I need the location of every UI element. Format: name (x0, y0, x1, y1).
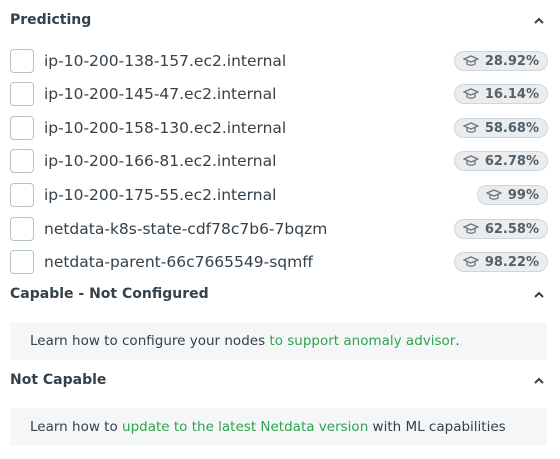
anomaly-score-value: 16.14% (484, 86, 539, 102)
node-row: ip-10-200-175-55.ec2.internal 99% (10, 182, 548, 208)
node-row: ip-10-200-166-81.ec2.internal 62.78% (10, 148, 548, 174)
graduation-cap-icon (462, 122, 479, 134)
node-row: netdata-parent-66c7665549-sqmff 98.22% (10, 249, 548, 275)
anomaly-score-badge: 16.14% (453, 84, 548, 104)
node-row: netdata-k8s-state-cdf78c7b6-7bqzm 62.58% (10, 216, 548, 242)
graduation-cap-icon (462, 223, 479, 235)
info-text-end: with ML capabilities (368, 419, 506, 435)
node-name: ip-10-200-175-55.ec2.internal (44, 186, 277, 204)
anomaly-score-value: 62.58% (484, 221, 539, 237)
anomaly-score-badge: 28.92% (453, 51, 548, 71)
anomaly-score-badge: 99% (476, 185, 548, 205)
anomaly-score-badge: 98.22% (453, 252, 548, 272)
update-info-box: Learn how to update to the latest Netdat… (10, 408, 547, 446)
capable-not-configured-section-header[interactable]: Capable - Not Configured (10, 283, 548, 305)
update-netdata-link[interactable]: update to the latest Netdata version (122, 419, 368, 435)
predicting-section-header[interactable]: Predicting (10, 9, 548, 31)
node-checkbox[interactable] (10, 82, 34, 106)
configure-info-box: Learn how to configure your nodes to sup… (10, 322, 547, 360)
graduation-cap-icon (485, 189, 502, 201)
graduation-cap-icon (462, 88, 479, 100)
anomaly-score-badge: 62.78% (453, 151, 548, 171)
node-checkbox[interactable] (10, 183, 34, 207)
anomaly-score-badge: 62.58% (453, 219, 548, 239)
node-row: ip-10-200-145-47.ec2.internal 16.14% (10, 81, 548, 107)
node-checkbox[interactable] (10, 149, 34, 173)
graduation-cap-icon (462, 55, 479, 67)
anomaly-score-value: 98.22% (484, 254, 539, 270)
info-text: Learn how to (30, 419, 123, 435)
info-text: Learn how to configure your nodes (30, 333, 270, 349)
anomaly-score-value: 58.68% (484, 120, 539, 136)
anomaly-score-badge: 58.68% (453, 118, 548, 138)
node-checkbox[interactable] (10, 116, 34, 140)
not-capable-section-header[interactable]: Not Capable (10, 369, 548, 391)
node-name: ip-10-200-166-81.ec2.internal (44, 152, 277, 170)
chevron-up-icon[interactable] (530, 371, 548, 389)
anomaly-score-value: 99% (507, 187, 539, 203)
node-row: ip-10-200-158-130.ec2.internal 58.68% (10, 115, 548, 141)
node-name: ip-10-200-145-47.ec2.internal (44, 85, 277, 103)
support-anomaly-advisor-link[interactable]: to support anomaly advisor (269, 333, 455, 349)
predicting-title: Predicting (10, 12, 92, 28)
node-row: ip-10-200-138-157.ec2.internal 28.92% (10, 48, 548, 74)
graduation-cap-icon (462, 155, 479, 167)
not-capable-title: Not Capable (10, 372, 107, 388)
node-name: ip-10-200-158-130.ec2.internal (44, 119, 287, 137)
graduation-cap-icon (462, 256, 479, 268)
node-checkbox[interactable] (10, 250, 34, 274)
node-checkbox[interactable] (10, 217, 34, 241)
info-text-end: . (455, 333, 460, 349)
node-name: netdata-k8s-state-cdf78c7b6-7bqzm (44, 220, 328, 238)
capable-not-configured-title: Capable - Not Configured (10, 286, 209, 302)
node-name: netdata-parent-66c7665549-sqmff (44, 253, 313, 271)
chevron-up-icon[interactable] (530, 11, 548, 29)
node-name: ip-10-200-138-157.ec2.internal (44, 52, 287, 70)
anomaly-score-value: 62.78% (484, 153, 539, 169)
chevron-up-icon[interactable] (530, 285, 548, 303)
node-checkbox[interactable] (10, 49, 34, 73)
anomaly-score-value: 28.92% (484, 53, 539, 69)
